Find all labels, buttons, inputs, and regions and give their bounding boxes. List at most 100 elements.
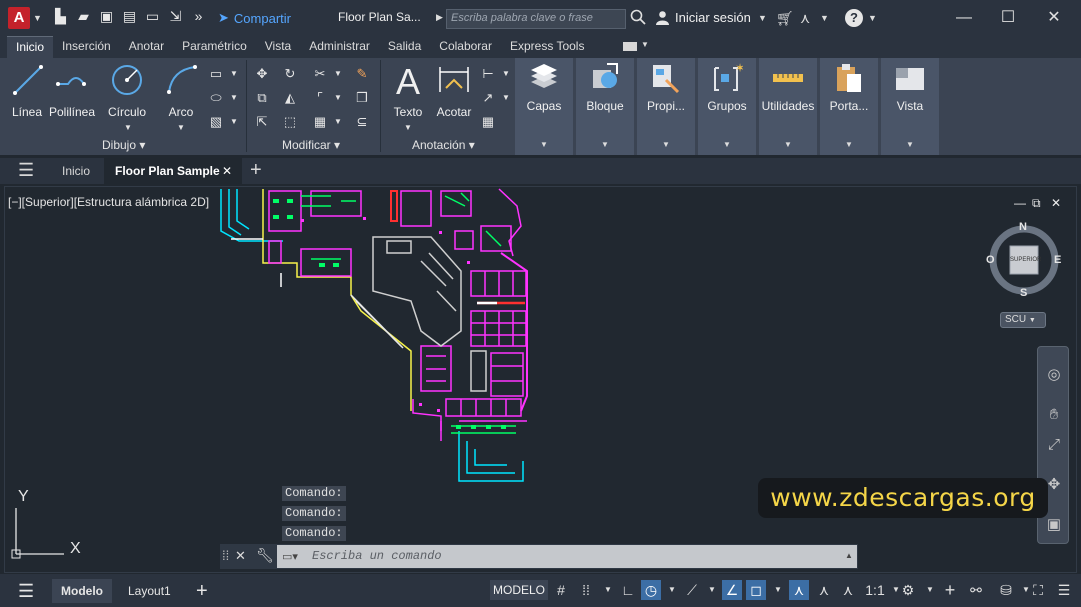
viewcube[interactable]: SUPERIOR N S E O: [986, 221, 1061, 299]
linear-dimension-icon[interactable]: ⊢: [480, 66, 496, 82]
viewport-close-icon[interactable]: ✕: [1051, 196, 1061, 210]
view-panel-button[interactable]: Vista ▼: [881, 58, 939, 155]
import-icon[interactable]: ⇲: [167, 8, 184, 25]
minimize-button[interactable]: —: [952, 8, 976, 28]
chevron-up-icon[interactable]: ▲: [845, 551, 853, 560]
tab-express-tools[interactable]: Express Tools: [501, 36, 593, 58]
chevron-down-icon[interactable]: ▼: [120, 120, 136, 136]
tab-administrar[interactable]: Administrar: [300, 36, 379, 58]
chevron-down-icon[interactable]: ▼: [702, 580, 722, 600]
application-menu-button[interactable]: A: [8, 7, 30, 29]
tab-parametrico[interactable]: Paramétrico: [173, 36, 256, 58]
draw-panel-title[interactable]: Dibujo ▾: [102, 138, 145, 152]
clipboard-panel-button[interactable]: Porta... ▼: [820, 58, 878, 155]
tab-inicio[interactable]: Inicio: [7, 36, 54, 58]
modify-panel-title[interactable]: Modificar ▾: [282, 138, 340, 152]
object-snap-tracking-icon[interactable]: ∠: [722, 580, 742, 600]
array-icon[interactable]: ▦: [312, 114, 328, 130]
annotation-scale-icon[interactable]: ⋏: [838, 580, 858, 600]
chevron-down-icon[interactable]: ▼: [641, 40, 649, 49]
ellipse-icon[interactable]: ⬭: [208, 90, 224, 106]
viewport-restore-icon[interactable]: ⧉: [1032, 196, 1041, 211]
compass-west[interactable]: O: [986, 254, 995, 266]
chevron-down-icon[interactable]: ▼: [400, 120, 416, 136]
polar-tracking-icon[interactable]: ◷: [641, 580, 661, 600]
chevron-down-icon[interactable]: ▼: [598, 580, 618, 600]
tab-anotar[interactable]: Anotar: [120, 36, 173, 58]
chevron-down-icon[interactable]: ▼: [173, 120, 189, 136]
chevron-down-icon[interactable]: ▼: [330, 90, 346, 106]
add-layout-plus-icon[interactable]: +: [196, 579, 208, 603]
hatch-icon[interactable]: ▧: [208, 114, 224, 130]
block-panel-button[interactable]: Bloque ▼: [576, 58, 634, 155]
annotation-monitor-icon[interactable]: +: [940, 580, 960, 600]
tab-start[interactable]: Inicio: [62, 158, 90, 184]
tab-floor-plan-sample[interactable]: Floor Plan Sample ✕: [104, 158, 242, 184]
chevron-right-icon[interactable]: ▶: [436, 12, 443, 23]
offset-icon[interactable]: ⊆: [354, 114, 370, 130]
close-tab-icon[interactable]: ✕: [222, 158, 232, 184]
chevron-down-icon[interactable]: ▼: [758, 13, 767, 23]
tab-insercion[interactable]: Inserción: [53, 36, 120, 58]
rectangle-icon[interactable]: ▭: [208, 66, 224, 82]
more-icon[interactable]: »: [190, 8, 207, 25]
utilities-panel-button[interactable]: Utilidades ▼: [759, 58, 817, 155]
viewcube-face-top[interactable]: SUPERIOR: [1010, 257, 1041, 263]
search-input[interactable]: Escriba palabra clave o frase: [446, 9, 626, 29]
arc-tool-button[interactable]: Arco: [164, 62, 198, 119]
tab-colaborar[interactable]: Colaborar: [430, 36, 501, 58]
table-icon[interactable]: ▦: [480, 114, 496, 130]
compass-north[interactable]: N: [1019, 221, 1027, 233]
layers-panel-button[interactable]: Capas ▼: [515, 58, 573, 155]
snap-icon[interactable]: ⁞⁞: [576, 580, 596, 600]
erase-icon[interactable]: ✎: [354, 66, 370, 82]
chevron-down-icon[interactable]: ▼: [330, 66, 346, 82]
chevron-down-icon[interactable]: ▼: [881, 140, 939, 149]
save-as-icon[interactable]: ▤: [121, 8, 138, 25]
customization-menu-icon[interactable]: ☰: [1054, 580, 1074, 600]
save-icon[interactable]: ▣: [98, 8, 115, 25]
compass-east[interactable]: E: [1054, 254, 1061, 266]
viewport-minimize-icon[interactable]: —: [1014, 196, 1026, 210]
search-icon[interactable]: [630, 9, 648, 27]
chevron-down-icon[interactable]: ▼: [498, 90, 514, 106]
showmotion-icon[interactable]: ▣: [1044, 515, 1064, 535]
line-tool-button[interactable]: Línea: [10, 62, 44, 119]
hamburger-menu-icon[interactable]: ☰: [18, 158, 34, 184]
annotation-visibility-icon[interactable]: ⋏: [789, 580, 809, 600]
dimension-tool-button[interactable]: Acotar: [434, 62, 474, 119]
autodesk-app-icon[interactable]: ⋏: [800, 10, 810, 27]
wrench-icon[interactable]: 🔧︎: [256, 547, 274, 564]
auto-scale-icon[interactable]: ⋏: [814, 580, 834, 600]
fillet-icon[interactable]: ⌜: [312, 90, 328, 106]
polyline-tool-button[interactable]: Polilínea: [48, 62, 96, 119]
command-input[interactable]: Escriba un comando: [277, 545, 857, 568]
chevron-down-icon[interactable]: ▼: [576, 140, 634, 149]
ortho-icon[interactable]: ∟: [618, 580, 638, 600]
rotate-icon[interactable]: ↻: [282, 66, 298, 82]
scale-icon[interactable]: ⬚: [282, 114, 298, 130]
ribbon-minimize-icon[interactable]: [623, 42, 637, 51]
chevron-down-icon[interactable]: ▼: [759, 140, 817, 149]
chevron-down-icon[interactable]: ▼: [226, 90, 242, 106]
properties-panel-button[interactable]: Propi... ▼: [637, 58, 695, 155]
maximize-button[interactable]: ☐: [996, 8, 1020, 28]
pan-hand-icon[interactable]: ✋︎: [1044, 405, 1064, 425]
annotation-panel-title[interactable]: Anotación ▾: [412, 138, 475, 152]
workspace-gear-icon[interactable]: ⚙: [898, 580, 918, 600]
tab-layout1[interactable]: Layout1: [128, 579, 171, 603]
circle-tool-button[interactable]: Círculo: [106, 62, 148, 119]
close-command-icon[interactable]: ✕: [235, 548, 246, 564]
stretch-icon[interactable]: ⇱: [254, 114, 270, 130]
share-button[interactable]: ➤ Compartir: [218, 10, 291, 26]
chevron-down-icon[interactable]: ▼: [498, 66, 514, 82]
chevron-down-icon[interactable]: ▼: [768, 580, 788, 600]
grip-handle-icon[interactable]: ⁞⁞: [222, 548, 229, 563]
hamburger-menu-icon[interactable]: ☰: [18, 579, 34, 603]
chevron-down-icon[interactable]: ▼: [226, 114, 242, 130]
mirror-icon[interactable]: ◭: [282, 90, 298, 106]
chevron-down-icon[interactable]: ▼: [637, 140, 695, 149]
object-snap-icon[interactable]: ◻: [746, 580, 766, 600]
new-file-icon[interactable]: ▙: [52, 8, 69, 25]
chevron-down-icon[interactable]: ▼: [662, 580, 682, 600]
